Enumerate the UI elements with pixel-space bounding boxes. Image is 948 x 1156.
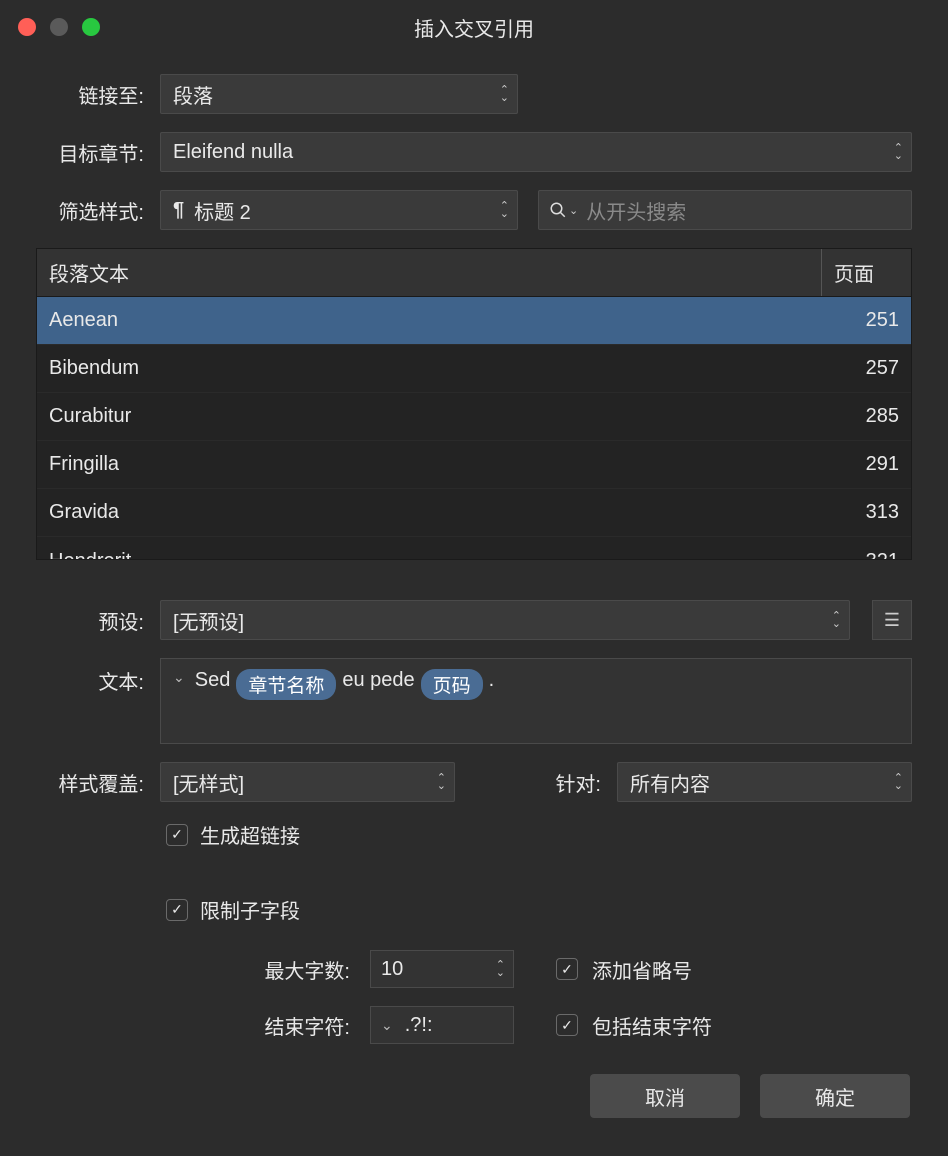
link-to-label: 链接至: — [36, 80, 150, 109]
for-label: 针对: — [515, 768, 607, 797]
row-page: 291 — [821, 453, 911, 476]
filter-style-select[interactable]: ¶ 标题 2 ⌃⌄ — [160, 190, 518, 230]
include-end-checkbox[interactable] — [556, 1014, 578, 1036]
hyperlink-checkbox-label: 生成超链接 — [200, 820, 300, 849]
text-label: 文本: — [36, 658, 150, 695]
row-text: Curabitur — [37, 405, 821, 428]
target-chapter-value: Eleifend nulla — [173, 141, 293, 164]
row-page: 285 — [821, 405, 911, 428]
col-paragraph-text[interactable]: 段落文本 — [37, 258, 821, 287]
chevron-updown-icon: ⌃⌄ — [500, 86, 509, 102]
for-value: 所有内容 — [630, 768, 710, 797]
style-override-select[interactable]: [无样式] ⌃⌄ — [160, 762, 455, 802]
paragraph-table: 段落文本 页面 Aenean 251 Bibendum 257 Curabitu… — [36, 248, 912, 560]
limit-substring-label: 限制子字段 — [200, 895, 300, 924]
row-page: 313 — [821, 501, 911, 524]
row-text: Gravida — [37, 501, 821, 524]
filter-style-label: 筛选样式: — [36, 196, 150, 225]
hyperlink-checkbox[interactable] — [166, 824, 188, 846]
target-chapter-select[interactable]: Eleifend nulla ⌃⌄ — [160, 132, 912, 172]
end-chars-value: .?!: — [405, 1014, 433, 1037]
search-icon: ⌄ — [549, 201, 578, 219]
search-placeholder: 从开头搜索 — [586, 196, 686, 225]
table-row[interactable]: Aenean 251 — [37, 297, 911, 345]
row-text: Aenean — [37, 309, 821, 332]
link-to-select[interactable]: 段落 ⌃⌄ — [160, 74, 518, 114]
table-body[interactable]: Aenean 251 Bibendum 257 Curabitur 285 Fr… — [37, 297, 911, 559]
row-text: Hendrerit — [37, 550, 821, 560]
row-text: Bibendum — [37, 357, 821, 380]
style-override-label: 样式覆盖: — [36, 768, 150, 797]
pilcrow-icon: ¶ — [173, 199, 184, 222]
minimize-icon — [50, 18, 68, 36]
close-icon[interactable] — [18, 18, 36, 36]
cancel-button[interactable]: 取消 — [590, 1074, 740, 1118]
max-chars-label: 最大字数: — [36, 955, 356, 984]
chevron-updown-icon: ⌃⌄ — [496, 961, 505, 977]
page-number-pill[interactable]: 页码 — [421, 669, 483, 700]
for-select[interactable]: 所有内容 ⌃⌄ — [617, 762, 912, 802]
filter-style-value: 标题 2 — [194, 196, 251, 225]
limit-substring-checkbox[interactable] — [166, 899, 188, 921]
table-row[interactable]: Fringilla 291 — [37, 441, 911, 489]
link-to-value: 段落 — [173, 80, 213, 109]
chevron-down-icon[interactable]: ⌄ — [173, 669, 185, 686]
chevron-updown-icon: ⌃⌄ — [894, 144, 903, 160]
row-text: Fringilla — [37, 453, 821, 476]
preset-select[interactable]: [无预设] ⌃⌄ — [160, 600, 850, 640]
table-row[interactable]: Gravida 313 — [37, 489, 911, 537]
window-title: 插入交叉引用 — [16, 13, 932, 42]
text-token: eu pede — [342, 669, 414, 692]
end-chars-field[interactable]: ⌄ .?!: — [370, 1006, 514, 1044]
window-controls — [18, 18, 100, 36]
chevron-updown-icon: ⌃⌄ — [894, 774, 903, 790]
chevron-down-icon[interactable]: ⌄ — [381, 1017, 393, 1034]
text-token: Sed — [195, 669, 231, 692]
add-ellipsis-label: 添加省略号 — [592, 955, 692, 984]
titlebar: 插入交叉引用 — [0, 0, 948, 54]
col-page[interactable]: 页面 — [821, 249, 911, 296]
ok-button[interactable]: 确定 — [760, 1074, 910, 1118]
chapter-name-pill[interactable]: 章节名称 — [236, 669, 336, 700]
table-row[interactable]: Bibendum 257 — [37, 345, 911, 393]
text-token: . — [489, 669, 495, 692]
style-override-value: [无样式] — [173, 768, 244, 797]
preset-label: 预设: — [36, 606, 150, 635]
search-input[interactable]: ⌄ 从开头搜索 — [538, 190, 912, 230]
max-chars-stepper[interactable]: 10 ⌃⌄ — [370, 950, 514, 988]
row-page: 251 — [821, 309, 911, 332]
chevron-updown-icon: ⌃⌄ — [500, 202, 509, 218]
max-chars-value: 10 — [381, 958, 403, 981]
chevron-updown-icon: ⌃⌄ — [437, 774, 446, 790]
text-template-field[interactable]: ⌄ Sed 章节名称 eu pede 页码 . — [160, 658, 912, 744]
row-page: 321 — [821, 550, 911, 560]
table-row[interactable]: Hendrerit 321 — [37, 537, 911, 559]
table-row[interactable]: Curabitur 285 — [37, 393, 911, 441]
preset-value: [无预设] — [173, 606, 244, 635]
add-ellipsis-checkbox[interactable] — [556, 958, 578, 980]
chevron-updown-icon: ⌃⌄ — [832, 612, 841, 628]
zoom-icon[interactable] — [82, 18, 100, 36]
menu-icon: ☰ — [884, 610, 900, 631]
end-chars-label: 结束字符: — [36, 1011, 356, 1040]
preset-menu-button[interactable]: ☰ — [872, 600, 912, 640]
include-end-label: 包括结束字符 — [592, 1011, 712, 1040]
target-chapter-label: 目标章节: — [36, 138, 150, 167]
row-page: 257 — [821, 357, 911, 380]
